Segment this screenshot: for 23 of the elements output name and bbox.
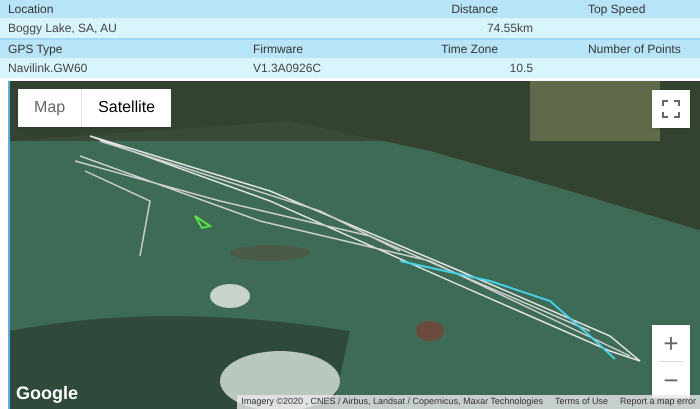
column-header: Number of Points: [588, 41, 682, 58]
map-type-tab[interactable]: Map: [18, 89, 82, 127]
map-logo: Google: [16, 382, 78, 405]
map-type-tab[interactable]: Satellite: [82, 89, 172, 127]
fullscreen-icon: [662, 100, 680, 118]
map-footer-link[interactable]: Report a map error: [620, 395, 696, 409]
column-header: GPS Type: [8, 41, 64, 58]
table-cell-text: 10.5: [510, 60, 534, 77]
column-header: Time Zone: [441, 41, 499, 58]
column-header: Location: [8, 1, 54, 18]
table-cell-text: 74.55km: [486, 20, 534, 37]
fullscreen-button[interactable]: [652, 90, 690, 128]
zoom-out-button[interactable]: −: [652, 362, 690, 398]
column-header: Top Speed: [588, 1, 646, 18]
table-cell-text: Navilink.GW60: [8, 60, 88, 77]
imagery-credit: Imagery ©2020 , CNES / Airbus, Landsat / Copernicus, Maxar Technologies: [241, 395, 543, 408]
zoom-in-button[interactable]: +: [652, 325, 690, 361]
table-cell-text: Boggy Lake, SA, AU: [8, 20, 118, 37]
column-header: Distance: [451, 1, 499, 18]
column-header: Firmware: [253, 41, 304, 58]
map-footer-link[interactable]: Terms of Use: [554, 395, 608, 409]
table-cell-text: V1.3A0926C: [253, 60, 322, 77]
satellite-map-placeholder[interactable]: Map Satellite + − Google Imagery ©2020 , CNES / Airbus, Landsat / Copernicus, Maxar Technologies Terms of Use Report a map error: [8, 81, 700, 409]
